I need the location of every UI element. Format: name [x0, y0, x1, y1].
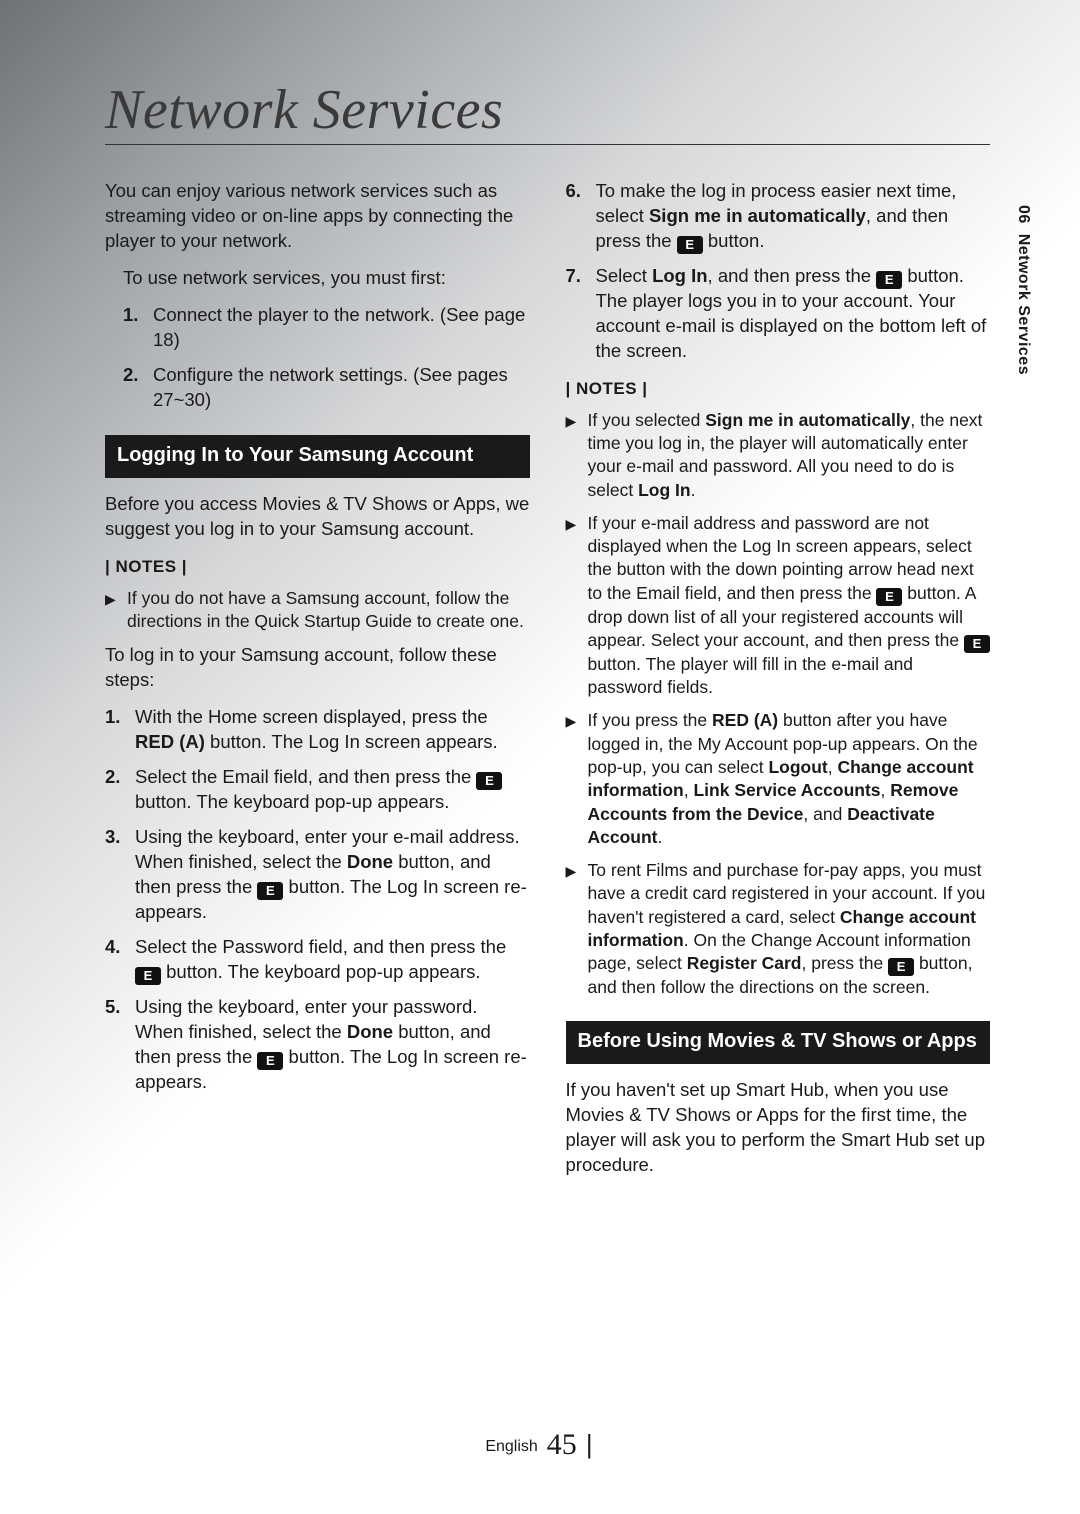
step-item: 6. To make the log in process easier nex… — [566, 179, 991, 254]
notes-label: | NOTES | — [105, 556, 530, 579]
note-item: ▶ If you selected Sign me in automatical… — [566, 409, 991, 502]
list-number: 2. — [123, 363, 153, 413]
step-item: 7. Select Log In, and then press the E b… — [566, 264, 991, 364]
note-item: ▶ To rent Films and purchase for-pay app… — [566, 859, 991, 999]
chapter-number: 06 — [1015, 205, 1032, 224]
list-number: 6. — [566, 179, 596, 254]
right-column: 6. To make the log in process easier nex… — [566, 179, 991, 1190]
enter-button-icon: E — [876, 271, 902, 289]
enter-button-icon: E — [476, 772, 502, 790]
note-text: If you press the RED (A) button after yo… — [588, 709, 991, 849]
list-text: Configure the network settings. (See pag… — [153, 363, 530, 413]
page-title: Network Services — [105, 78, 990, 145]
list-text: With the Home screen displayed, press th… — [135, 705, 530, 755]
list-number: 1. — [105, 705, 135, 755]
footer-bar: | — [577, 1429, 595, 1459]
list-number: 7. — [566, 264, 596, 364]
section-a-intro: Before you access Movies & TV Shows or A… — [105, 492, 530, 542]
list-number: 1. — [123, 303, 153, 353]
enter-button-icon: E — [257, 882, 283, 900]
section-heading-before-using: Before Using Movies & TV Shows or Apps — [566, 1021, 991, 1064]
triangle-bullet-icon: ▶ — [566, 409, 588, 502]
intro-text: You can enjoy various network services s… — [105, 179, 530, 254]
side-tab: 06 Network Services — [1014, 205, 1032, 375]
note-item: ▶ If you do not have a Samsung account, … — [105, 587, 530, 634]
list-text: Select Log In, and then press the E butt… — [596, 264, 991, 364]
list-text: Connect the player to the network. (See … — [153, 303, 530, 353]
notes-label: | NOTES | — [566, 378, 991, 401]
note-item: ▶ If your e-mail address and password ar… — [566, 512, 991, 700]
note-item: ▶ If you press the RED (A) button after … — [566, 709, 991, 849]
triangle-bullet-icon: ▶ — [105, 587, 127, 634]
page-footer: English 45 | — [0, 1428, 1080, 1462]
enter-button-icon: E — [135, 967, 161, 985]
list-text: Select the Password field, and then pres… — [135, 935, 530, 985]
prereq-item: 2. Configure the network settings. (See … — [123, 363, 530, 413]
enter-button-icon: E — [677, 236, 703, 254]
enter-button-icon: E — [257, 1052, 283, 1070]
step-item: 4. Select the Password field, and then p… — [105, 935, 530, 985]
list-number: 5. — [105, 995, 135, 1095]
note-text: To rent Films and purchase for-pay apps,… — [588, 859, 991, 999]
enter-button-icon: E — [876, 588, 902, 606]
step-item: 5. Using the keyboard, enter your passwo… — [105, 995, 530, 1095]
note-text: If you selected Sign me in automatically… — [588, 409, 991, 502]
section-b-para: If you haven't set up Smart Hub, when yo… — [566, 1078, 991, 1178]
list-text: To make the log in process easier next t… — [596, 179, 991, 254]
enter-button-icon: E — [888, 958, 914, 976]
page-number: 45 — [547, 1428, 577, 1461]
triangle-bullet-icon: ▶ — [566, 709, 588, 849]
section-heading-login: Logging In to Your Samsung Account — [105, 435, 530, 478]
enter-button-icon: E — [964, 635, 990, 653]
step-item: 2. Select the Email field, and then pres… — [105, 765, 530, 815]
note-text: If your e-mail address and password are … — [588, 512, 991, 700]
list-text: Select the Email field, and then press t… — [135, 765, 530, 815]
step-item: 1. With the Home screen displayed, press… — [105, 705, 530, 755]
step-item: 3. Using the keyboard, enter your e-mail… — [105, 825, 530, 925]
triangle-bullet-icon: ▶ — [566, 859, 588, 999]
list-text: Using the keyboard, enter your password.… — [135, 995, 530, 1095]
list-number: 3. — [105, 825, 135, 925]
list-number: 4. — [105, 935, 135, 985]
note-text: If you do not have a Samsung account, fo… — [127, 587, 530, 634]
steps-lead: To log in to your Samsung account, follo… — [105, 643, 530, 693]
footer-lang: English — [485, 1438, 537, 1455]
list-number: 2. — [105, 765, 135, 815]
chapter-label: Network Services — [1015, 234, 1032, 375]
prereq-item: 1. Connect the player to the network. (S… — [123, 303, 530, 353]
list-text: Using the keyboard, enter your e-mail ad… — [135, 825, 530, 925]
triangle-bullet-icon: ▶ — [566, 512, 588, 700]
left-column: You can enjoy various network services s… — [105, 179, 530, 1190]
prereq-lead: To use network services, you must first: — [105, 266, 530, 291]
